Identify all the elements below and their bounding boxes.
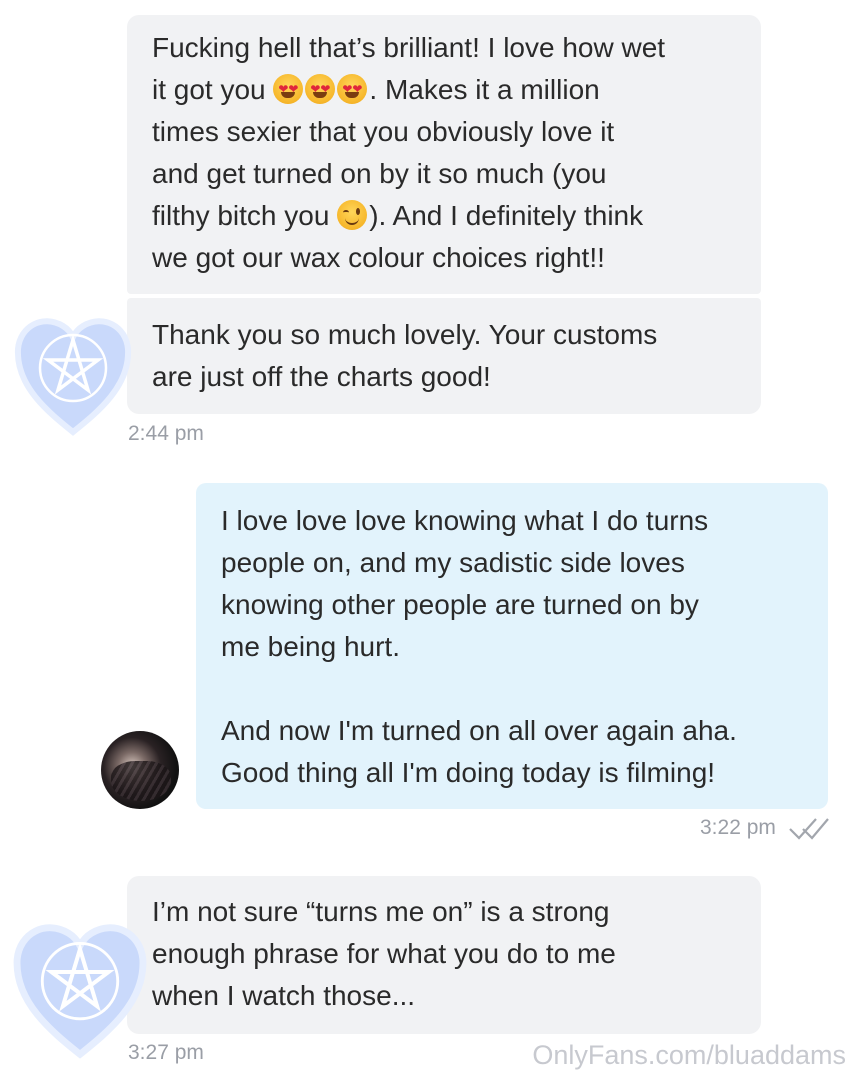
incoming-message-3: I’m not sure “turns me on” is a strong e…	[127, 876, 761, 1034]
message-1-line-1: Fucking hell that’s brilliant! I love ho…	[152, 32, 666, 63]
heart-eyes-icon: ❤ ❤	[305, 74, 336, 104]
timestamp-2: 3:22 pm	[700, 816, 776, 839]
message-3-line-3: knowing other people are turned on by	[221, 589, 699, 620]
incoming-message-2: Thank you so much lovely. Your customs a…	[127, 298, 761, 414]
message-2-line-2: are just off the charts good!	[152, 361, 491, 392]
message-4-line-3: when I watch those...	[152, 980, 416, 1011]
message-1-line-5: filthy bitch you ). And I definitely thi…	[152, 200, 644, 231]
message-1-line-4: and get turned on by it so much (you	[152, 158, 607, 189]
heart-eyes-icon: ❤ ❤	[337, 74, 368, 104]
message-3-line-1: I love love love knowing what I do turns	[221, 505, 709, 536]
message-3-line-5: And now I'm turned on all over again aha…	[221, 715, 737, 746]
message-3-line-2: people on, and my sadistic side loves	[221, 547, 685, 578]
message-3-line-6: Good thing all I'm doing today is filmin…	[221, 757, 716, 788]
outgoing-message: I love love love knowing what I do turns…	[196, 483, 828, 809]
heart-eyes-icon: ❤ ❤	[273, 74, 304, 104]
message-2-line-1: Thank you so much lovely. Your customs	[152, 319, 658, 350]
watermark: OnlyFans.com/bluaddams	[532, 1040, 846, 1070]
incoming-message-1: Fucking hell that’s brilliant! I love ho…	[127, 15, 761, 294]
message-4-line-1: I’m not sure “turns me on” is a strong	[152, 896, 610, 927]
message-1-line-6: we got our wax colour choices right!!	[152, 242, 605, 273]
timestamp-1: 2:44 pm	[128, 422, 204, 445]
pentagram-heart-avatar-icon	[14, 318, 132, 436]
winking-face-icon	[337, 200, 368, 230]
sender-avatar[interactable]	[101, 731, 179, 809]
timestamp-3: 3:27 pm	[128, 1041, 204, 1064]
message-1-line-2: it got you ❤ ❤ ❤ ❤ ❤ ❤. Makes it a million	[152, 74, 600, 105]
message-3-line-4: me being hurt.	[221, 631, 400, 662]
message-4-line-2: enough phrase for what you do to me	[152, 938, 616, 969]
message-1-line-3: times sexier that you obviously love it	[152, 116, 615, 147]
double-check-icon	[789, 818, 829, 840]
